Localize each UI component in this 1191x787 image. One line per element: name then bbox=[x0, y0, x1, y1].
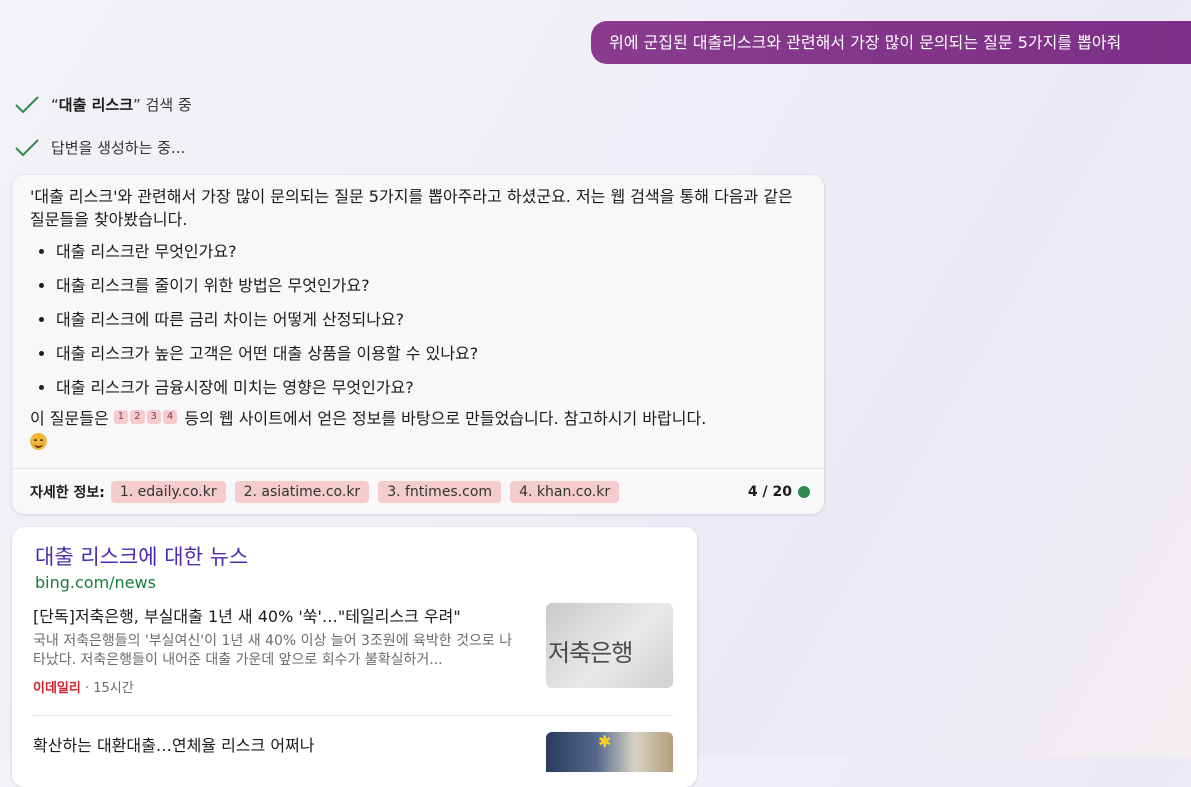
source-link-4[interactable]: 4. khan.co.kr bbox=[510, 480, 620, 503]
answer-footer: 자세한 정보: 1. edaily.co.kr 2. asiatime.co.k… bbox=[12, 468, 824, 514]
article-headline[interactable]: [단독]저축은행, 부실대출 1년 새 40% '쑥'…"테일리스크 우려" bbox=[33, 603, 523, 627]
user-message-text: 위에 군집된 대출리스크와 관련해서 가장 많이 문의되는 질문 5가지를 뽑아… bbox=[609, 33, 1122, 52]
citation-3[interactable]: 3 bbox=[146, 410, 161, 424]
article-thumbnail[interactable]: 저축은행 bbox=[546, 603, 673, 688]
answer-intro: '대출 리스크'와 관련해서 가장 많이 문의되는 질문 5가지를 뽑아주라고 … bbox=[30, 187, 793, 229]
user-message-bubble: 위에 군집된 대출리스크와 관련해서 가장 많이 문의되는 질문 5가지를 뽑아… bbox=[591, 21, 1191, 64]
article-thumbnail[interactable]: ✱ bbox=[546, 732, 673, 772]
answer-outro: 이 질문들은 1234 등의 웹 사이트에서 얻은 정보를 바탕으로 만들었습니… bbox=[30, 407, 806, 453]
check-icon bbox=[15, 138, 39, 156]
news-card: 대출 리스크에 대한 뉴스 bing.com/news [단독]저축은행, 부실… bbox=[12, 527, 697, 787]
smiling-face-icon bbox=[30, 433, 47, 450]
article-time: · 15시간 bbox=[84, 681, 134, 696]
news-article[interactable]: 확산하는 대환대출…연체율 리스크 어쩌나 bbox=[33, 732, 523, 756]
article-snippet: 국내 저축은행들의 '부실여신'이 1년 새 40% 이상 늘어 3조원에 육박… bbox=[33, 633, 513, 668]
question-item: 대출 리스크가 높은 고객은 어떤 대출 상품을 이용할 수 있나요? bbox=[56, 337, 806, 371]
learn-more-label: 자세한 정보: bbox=[30, 484, 105, 501]
citation-4[interactable]: 4 bbox=[162, 410, 178, 424]
news-url[interactable]: bing.com/news bbox=[35, 573, 156, 592]
citation-2[interactable]: 2 bbox=[130, 410, 145, 424]
check-icon bbox=[15, 95, 39, 113]
source-link-3[interactable]: 3. fntimes.com bbox=[378, 480, 502, 503]
source-link-2[interactable]: 2. asiatime.co.kr bbox=[234, 480, 370, 503]
question-list: 대출 리스크란 무엇인가요? 대출 리스크를 줄이기 위한 방법은 무엇인가요?… bbox=[30, 235, 806, 405]
search-query: 대출 리스크 bbox=[58, 96, 134, 114]
divider bbox=[33, 715, 673, 716]
article-headline[interactable]: 확산하는 대환대출…연체율 리스크 어쩌나 bbox=[33, 732, 523, 756]
article-source: 이데일리 bbox=[33, 681, 81, 696]
generating-status-row: 답변을 생성하는 중... bbox=[14, 137, 185, 158]
source-link-1[interactable]: 1. edaily.co.kr bbox=[110, 480, 226, 503]
turn-counter: 4 / 20 bbox=[747, 483, 792, 500]
question-item: 대출 리스크를 줄이기 위한 방법은 무엇인가요? bbox=[56, 269, 806, 303]
star-icon: ✱ bbox=[598, 732, 612, 751]
article-meta: 이데일리 · 15시간 bbox=[33, 677, 523, 696]
question-item: 대출 리스크가 금융시장에 미치는 영향은 무엇인가요? bbox=[56, 371, 806, 405]
thumbnail-text: 저축은행 bbox=[548, 639, 633, 667]
citation-1[interactable]: 1 bbox=[113, 410, 129, 424]
status-dot bbox=[798, 485, 810, 498]
generating-status-text: 답변을 생성하는 중... bbox=[51, 139, 186, 157]
search-status-row: “대출 리스크” 검색 중 bbox=[14, 94, 192, 115]
news-article[interactable]: [단독]저축은행, 부실대출 1년 새 40% '쑥'…"테일리스크 우려" 국… bbox=[33, 603, 523, 696]
question-item: 대출 리스크에 따른 금리 차이는 어떻게 산정되나요? bbox=[56, 303, 806, 337]
question-item: 대출 리스크란 무엇인가요? bbox=[56, 235, 806, 269]
search-status-text: “대출 리스크” 검색 중 bbox=[51, 96, 192, 114]
answer-card: '대출 리스크'와 관련해서 가장 많이 문의되는 질문 5가지를 뽑아주라고 … bbox=[12, 175, 824, 514]
news-title-link[interactable]: 대출 리스크에 대한 뉴스 bbox=[35, 541, 248, 571]
